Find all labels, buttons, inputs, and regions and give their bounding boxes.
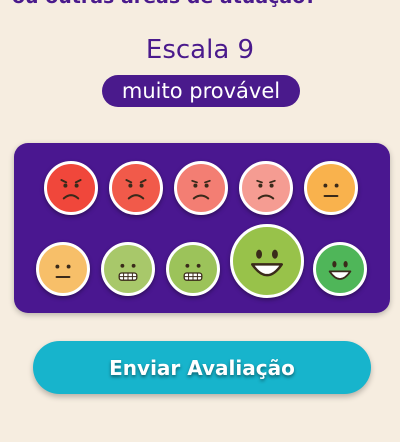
- rating-face-2[interactable]: [109, 161, 163, 215]
- rating-face-3[interactable]: [174, 161, 228, 215]
- rating-face-1[interactable]: [44, 161, 98, 215]
- grimace-face-icon: [118, 263, 138, 281]
- angry-face-icon: [125, 179, 147, 200]
- rating-face-4[interactable]: [239, 161, 293, 215]
- question-text: ou outras áreas de atuação?: [0, 0, 400, 8]
- rating-face-10[interactable]: [313, 242, 367, 296]
- scale-label-badge: muito provável: [102, 75, 300, 107]
- rating-face-9-selected[interactable]: [230, 224, 304, 298]
- grimace-face-icon: [183, 263, 203, 281]
- submit-rating-button[interactable]: Enviar Avaliação: [33, 341, 371, 394]
- scale-title: Escala 9: [145, 35, 255, 65]
- rating-face-8[interactable]: [166, 242, 220, 296]
- happy-face-icon: [328, 261, 352, 280]
- rating-face-5[interactable]: [304, 161, 358, 215]
- rating-panel: [14, 143, 390, 313]
- sad-face-icon: [191, 179, 211, 200]
- neutral-face-icon: [323, 183, 339, 198]
- rating-face-6[interactable]: [36, 242, 90, 296]
- sad-face-icon: [256, 179, 276, 200]
- angry-face-icon: [60, 179, 82, 200]
- happy-face-icon: [251, 249, 283, 277]
- rating-face-7[interactable]: [101, 242, 155, 296]
- neutral-face-icon: [55, 264, 71, 279]
